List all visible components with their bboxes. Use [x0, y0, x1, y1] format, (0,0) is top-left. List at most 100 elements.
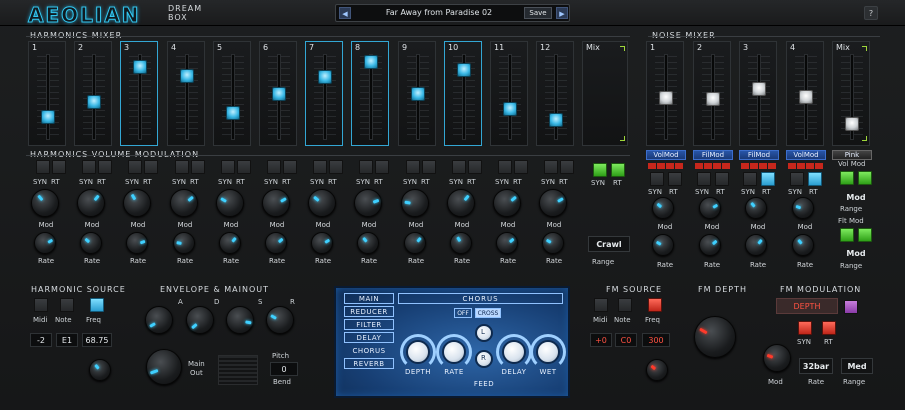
noise-fader-3[interactable]: 3: [739, 41, 777, 146]
fm-fine-knob[interactable]: [646, 359, 668, 381]
hvm-rt-9[interactable]: [422, 160, 436, 174]
hvm-rate-knob-6[interactable]: [265, 232, 287, 254]
fader-handle[interactable]: [318, 70, 332, 84]
harmonic-fader-2[interactable]: 2: [74, 41, 112, 146]
fader-handle[interactable]: [87, 95, 101, 109]
hvm-rt-button[interactable]: [611, 163, 625, 177]
noise-fader-4[interactable]: 4: [786, 41, 824, 146]
noise-rt-1[interactable]: [668, 172, 682, 186]
fx-menu-reducer[interactable]: REDUCER: [344, 306, 394, 317]
env-attack-knob[interactable]: [145, 306, 173, 334]
noise-rate-knob-2[interactable]: [699, 234, 721, 256]
fader-handle[interactable]: [457, 63, 471, 77]
hvm-mod-knob-7[interactable]: [308, 189, 336, 217]
hvm-rt-8[interactable]: [375, 160, 389, 174]
vol-mod-value[interactable]: Mod: [836, 190, 876, 206]
hvm-syn-5[interactable]: [221, 160, 235, 174]
noise-mod-tab-4[interactable]: VolMod: [786, 150, 826, 160]
hvm-mod-knob-1[interactable]: [31, 189, 59, 217]
hvm-mod-knob-11[interactable]: [493, 189, 521, 217]
hvm-rate-knob-4[interactable]: [173, 232, 195, 254]
hvm-syn-9[interactable]: [406, 160, 420, 174]
hs-fine-knob[interactable]: [89, 359, 111, 381]
pitch-bend-value[interactable]: 0: [270, 362, 298, 376]
harmonic-fader-10[interactable]: 10: [444, 41, 482, 146]
fader-handle[interactable]: [549, 113, 563, 127]
noise-rate-knob-3[interactable]: [745, 234, 767, 256]
fader-handle[interactable]: [41, 110, 55, 124]
hvm-rate-knob-9[interactable]: [404, 232, 426, 254]
hs-midi-button[interactable]: [34, 298, 48, 312]
noise-syn-4[interactable]: [790, 172, 804, 186]
env-release-knob[interactable]: [266, 306, 294, 334]
harmonic-fader-11[interactable]: 11: [490, 41, 528, 146]
noise-rt-4[interactable]: [808, 172, 822, 186]
noise-mod-knob-1[interactable]: [652, 197, 674, 219]
fx-cross-toggle[interactable]: CROSS: [475, 308, 501, 318]
flt-mod-syn-button[interactable]: [840, 228, 854, 242]
noise-syn-3[interactable]: [743, 172, 757, 186]
hvm-rate-knob-8[interactable]: [357, 232, 379, 254]
fx-menu-main[interactable]: MAIN: [344, 293, 394, 304]
fader-handle[interactable]: [845, 117, 859, 131]
hs-note-value[interactable]: E1: [56, 333, 78, 347]
hvm-mod-knob-5[interactable]: [216, 189, 244, 217]
hvm-rt-4[interactable]: [191, 160, 205, 174]
hvm-rate-knob-1[interactable]: [34, 232, 56, 254]
hvm-syn-8[interactable]: [359, 160, 373, 174]
hvm-syn-4[interactable]: [175, 160, 189, 174]
fx-rate-knob[interactable]: [442, 340, 466, 364]
noise-syn-2[interactable]: [697, 172, 711, 186]
noise-rate-knob-4[interactable]: [792, 234, 814, 256]
fm-midi-value[interactable]: +0: [590, 333, 612, 347]
noise-mod-tab-3[interactable]: FilMod: [739, 150, 779, 160]
hs-freq-button[interactable]: [90, 298, 104, 312]
hvm-syn-12[interactable]: [544, 160, 558, 174]
noise-fader-2[interactable]: 2: [693, 41, 731, 146]
hvm-syn-3[interactable]: [128, 160, 142, 174]
fx-depth-knob[interactable]: [406, 340, 430, 364]
main-out-knob[interactable]: [146, 349, 182, 385]
fader-handle[interactable]: [133, 60, 147, 74]
harmonic-fader-12[interactable]: 12: [536, 41, 574, 146]
noise-mod-knob-2[interactable]: [699, 197, 721, 219]
noise-syn-1[interactable]: [650, 172, 664, 186]
hvm-syn-10[interactable]: [452, 160, 466, 174]
hvm-syn-1[interactable]: [36, 160, 50, 174]
harmonic-fader-9[interactable]: 9: [398, 41, 436, 146]
harmonic-fader-5[interactable]: 5: [213, 41, 251, 146]
hvm-rate-knob-10[interactable]: [450, 232, 472, 254]
fm-mod-knob[interactable]: [763, 344, 791, 372]
fader-handle[interactable]: [226, 106, 240, 120]
fx-menu-filter[interactable]: FILTER: [344, 319, 394, 330]
harmonic-fader-4[interactable]: 4: [167, 41, 205, 146]
hvm-rt-12[interactable]: [560, 160, 574, 174]
hvm-rate-knob-2[interactable]: [80, 232, 102, 254]
hvm-rt-6[interactable]: [283, 160, 297, 174]
hvm-rt-2[interactable]: [98, 160, 112, 174]
vol-mod-rt-button[interactable]: [858, 171, 872, 185]
hvm-mod-knob-2[interactable]: [77, 189, 105, 217]
hvm-rate-knob-11[interactable]: [496, 232, 518, 254]
harmonic-fader-8[interactable]: 8: [351, 41, 389, 146]
preset-next-button[interactable]: ▶: [556, 7, 568, 19]
env-decay-knob[interactable]: [186, 306, 214, 334]
hvm-mod-knob-6[interactable]: [262, 189, 290, 217]
fm-freq-button[interactable]: [648, 298, 662, 312]
fx-menu-delay[interactable]: DELAY: [344, 332, 394, 343]
hvm-rate-knob-12[interactable]: [542, 232, 564, 254]
vol-mod-syn-button[interactable]: [840, 171, 854, 185]
harmonic-mix-slot[interactable]: Mix: [582, 41, 628, 146]
hvm-rate-knob-5[interactable]: [219, 232, 241, 254]
hvm-rt-11[interactable]: [514, 160, 528, 174]
fm-mod-indicator[interactable]: [844, 300, 858, 314]
hs-note-button[interactable]: [60, 298, 74, 312]
noise-fader-1[interactable]: 1: [646, 41, 684, 146]
hvm-syn-7[interactable]: [313, 160, 327, 174]
hvm-mod-knob-8[interactable]: [354, 189, 382, 217]
fader-handle[interactable]: [706, 92, 720, 106]
fx-off-toggle[interactable]: OFF: [454, 308, 472, 318]
noise-mod-knob-4[interactable]: [792, 197, 814, 219]
fader-handle[interactable]: [364, 55, 378, 69]
fader-handle[interactable]: [272, 87, 286, 101]
